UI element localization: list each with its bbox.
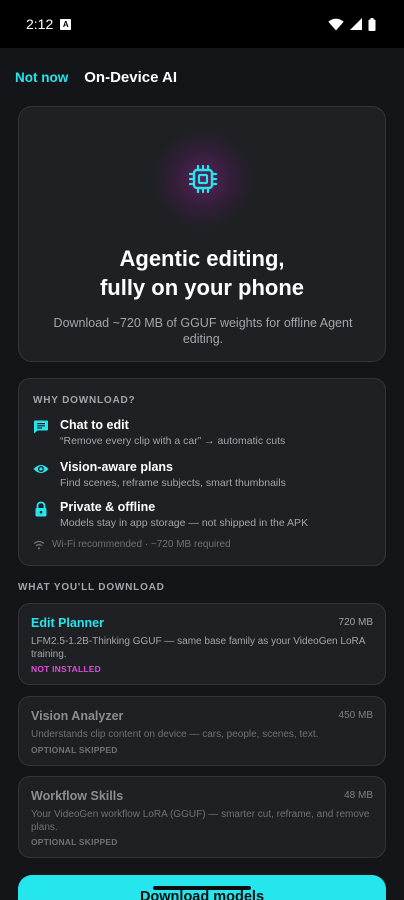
wifi-icon — [328, 18, 344, 30]
feature-title: Chat to edit — [60, 418, 129, 432]
status-left: 2:12 A — [26, 16, 72, 32]
hero-title-line2: fully on your phone — [99, 275, 305, 300]
feature-title: Private & offline — [60, 500, 156, 514]
lock-icon — [35, 501, 47, 517]
model-size: 720 MB — [338, 617, 373, 628]
feature-desc: Find scenes, reframe subjects, smart thu… — [60, 477, 286, 489]
download-section-heading: WHAT YOU'LL DOWNLOAD — [18, 582, 165, 593]
model-size: 450 MB — [338, 710, 373, 721]
hero-subtitle: Download ~720 MB of GGUF weights for off… — [53, 316, 353, 346]
hero-title-line1: Agentic editing, — [119, 246, 285, 271]
model-desc: LFM2.5-1.2B-Thinking GGUF — same base fa… — [31, 636, 365, 660]
signal-icon — [350, 18, 362, 30]
feature-desc: “Remove every clip with a car” → automat… — [60, 435, 286, 447]
model-size: 48 MB — [344, 790, 373, 801]
model-card-workflow-skills[interactable]: Workflow Skills 48 MB Your VideoGen work… — [18, 776, 386, 858]
wifi-small-icon — [33, 540, 45, 549]
why-download-card: WHY DOWNLOAD? Chat to edit “Remove every… — [18, 378, 386, 566]
feature-title: Vision-aware plans — [60, 460, 174, 474]
model-status-badge: OPTIONAL SKIPPED — [31, 745, 118, 755]
chat-icon — [34, 420, 48, 434]
status-time: 2:12 — [26, 16, 54, 32]
model-name: Vision Analyzer — [31, 709, 124, 723]
status-right — [328, 17, 376, 31]
page-title: On-Device AI — [84, 68, 178, 86]
model-name: Edit Planner — [31, 616, 104, 630]
model-desc: Understands clip content on device — car… — [31, 729, 319, 740]
home-indicator[interactable] — [153, 886, 251, 890]
chip-icon — [188, 164, 218, 194]
top-bar: Not now On-Device AI — [0, 48, 404, 106]
hero-card: Agentic editing, fully on your phone Dow… — [18, 106, 386, 362]
hero-glow — [153, 129, 253, 229]
notification-icon: A — [60, 18, 72, 30]
status-bar: 2:12 A — [0, 0, 404, 48]
model-card-vision-analyzer[interactable]: Vision Analyzer 450 MB Understands clip … — [18, 696, 386, 766]
battery-icon — [368, 17, 376, 31]
model-card-edit-planner[interactable]: Edit Planner 720 MB LFM2.5-1.2B-Thinking… — [18, 603, 386, 685]
why-heading: WHY DOWNLOAD? — [33, 395, 136, 406]
model-desc: Your VideoGen workflow LoRA (GGUF) — sma… — [31, 809, 370, 833]
feature-desc: Models stay in app storage — not shipped… — [60, 517, 309, 529]
not-now-button[interactable]: Not now — [15, 70, 68, 85]
model-name: Workflow Skills — [31, 789, 124, 803]
hero-title: Agentic editing, fully on your phone — [19, 244, 385, 302]
why-footer: Wi-Fi recommended · ~720 MB required — [33, 539, 231, 550]
eye-icon — [33, 465, 49, 473]
model-status-badge: OPTIONAL SKIPPED — [31, 837, 118, 847]
model-status-badge: NOT INSTALLED — [31, 664, 101, 674]
why-footer-text: Wi-Fi recommended · ~720 MB required — [52, 539, 231, 550]
